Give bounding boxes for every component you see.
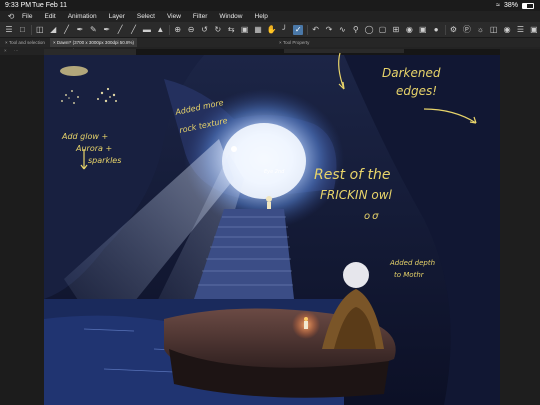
battery-percent: 38%	[503, 2, 518, 9]
status-time: 9:33 PM	[5, 2, 32, 9]
hand-icon[interactable]: ✋	[266, 25, 276, 35]
toolbar-divider	[30, 24, 32, 35]
zoom-in-icon[interactable]: ⊕	[173, 25, 183, 35]
tab-document[interactable]: × Dawn!* (3700 x 3000px 300dpi 50.8%)	[50, 38, 137, 47]
layers-icon[interactable]: ◫	[489, 25, 499, 35]
menu-window[interactable]: Window	[219, 11, 242, 22]
zoom-out-icon[interactable]: ⊖	[186, 25, 196, 35]
pen-icon[interactable]: ✒	[75, 25, 85, 35]
menu-bar: ⟲ File Edit Animation Layer Select View …	[0, 11, 540, 22]
undo-icon[interactable]: ↶	[311, 25, 321, 35]
command-toolbar: ☰ □ ◫ ◢ ╱ ✒ ✎ ✒ ╱ ╱ ▬ ▲ ⊕ ⊖ ↺ ↻ ⇆ ▣ ▦ ✋ …	[0, 22, 540, 38]
tab-left-panel[interactable]: × Tool and selection	[2, 38, 48, 47]
eyedropper-icon[interactable]: ⚲	[351, 25, 361, 35]
redo-icon[interactable]: ↷	[324, 25, 334, 35]
toolbar-divider	[444, 24, 446, 35]
snap-icon[interactable]: ╯	[280, 25, 290, 35]
annotation-glow-1: Add glow +	[61, 132, 108, 141]
flip-icon[interactable]: ⇆	[226, 25, 236, 35]
artwork-canvas[interactable]: Add glow + Aurora + sparkles Added more …	[44, 49, 500, 405]
clear-icon[interactable]: ▢	[378, 25, 388, 35]
menu-help[interactable]: Help	[255, 11, 268, 22]
menu-layer[interactable]: Layer	[109, 11, 125, 22]
new-file-icon[interactable]: □	[17, 25, 27, 35]
text-icon[interactable]: Ⓟ	[462, 25, 472, 35]
crop-icon[interactable]: ⊞	[391, 25, 401, 35]
transform-icon[interactable]: ◢	[48, 25, 58, 35]
panel-icon[interactable]: ▣	[529, 25, 539, 35]
ios-status-bar: 9:33 PM Tue Feb 11 ≈ 38%	[0, 0, 540, 11]
right-panel	[500, 49, 540, 405]
selection-icon[interactable]: ◯	[364, 25, 374, 35]
grid-icon[interactable]: ▦	[253, 25, 263, 35]
stack-icon[interactable]: ☰	[515, 25, 525, 35]
app-logo-icon[interactable]: ⟲	[0, 11, 22, 22]
annotation-glow-2: Aurora +	[75, 144, 112, 153]
left-panel	[0, 55, 44, 405]
wifi-icon: ≈	[496, 2, 500, 9]
color-icon[interactable]: ●	[431, 25, 441, 35]
toolbar-divider	[306, 24, 308, 35]
eraser-icon[interactable]: ▬	[142, 25, 152, 35]
toolbar-divider	[168, 24, 170, 35]
rotate-left-icon[interactable]: ↺	[199, 25, 209, 35]
menu-view[interactable]: View	[167, 11, 181, 22]
brush-icon[interactable]: ✒	[102, 25, 112, 35]
blend-icon[interactable]: ╱	[129, 25, 139, 35]
pencil-icon[interactable]: ✎	[88, 25, 98, 35]
tab-tool-property-label: Tool Property	[282, 40, 310, 45]
status-right: ≈ 38%	[496, 0, 534, 11]
annotation-depth-1: Added depth	[389, 259, 435, 267]
tab-strip: × Tool and selection × Dawn!* (3700 x 30…	[0, 38, 540, 47]
rotate-right-icon[interactable]: ↻	[213, 25, 223, 35]
annotation-owl-eyes: ο σ	[364, 211, 379, 222]
status-date: Tue Feb 11	[32, 2, 68, 9]
fill-icon[interactable]: ▲	[155, 25, 165, 35]
ruler-icon[interactable]: ╱	[62, 25, 72, 35]
close-icon[interactable]: ×	[4, 47, 7, 55]
close-icon[interactable]: ×	[279, 40, 282, 45]
brush-settings-icon[interactable]: ◉	[404, 25, 414, 35]
annotation-edges-2: edges!	[396, 84, 437, 98]
tab-document-label: Dawn!* (3700 x 3000px 300dpi 50.8%)	[56, 40, 134, 45]
annotation-owl-1: Rest of the	[314, 167, 391, 183]
annotation-depth-2: to Mothr	[394, 271, 425, 279]
layer-icon[interactable]: ◫	[35, 25, 45, 35]
settings-icon[interactable]: ⚙	[449, 25, 459, 35]
more-icon[interactable]: ⋯	[14, 47, 19, 55]
close-icon[interactable]: ×	[53, 40, 56, 45]
tab-tool-property[interactable]: × Tool Property	[276, 38, 312, 47]
annotation-small-label: Eye 2nd	[264, 169, 285, 175]
gradient-icon[interactable]: ▣	[418, 25, 428, 35]
battery-icon	[522, 2, 534, 9]
menu-select[interactable]: Select	[137, 11, 155, 22]
close-icon[interactable]: ×	[5, 40, 8, 45]
lasso-icon[interactable]: ∿	[337, 25, 347, 35]
menu-file[interactable]: File	[22, 11, 32, 22]
menu-filter[interactable]: Filter	[193, 11, 207, 22]
annotation-owl-2: FRICKIN owl	[320, 188, 393, 202]
palette-icon[interactable]: ◉	[502, 25, 512, 35]
airbrush-icon[interactable]: ╱	[115, 25, 125, 35]
sun-icon[interactable]: ☼	[475, 25, 485, 35]
menu-animation[interactable]: Animation	[68, 11, 97, 22]
annotation-glow-3: sparkles	[88, 156, 121, 165]
selected-tool-icon[interactable]: ✓	[293, 24, 304, 35]
annotation-edges-1: Darkened	[382, 66, 441, 80]
menu-toggle-icon[interactable]: ☰	[4, 25, 14, 35]
tab-left-panel-label: Tool and selection	[8, 40, 45, 45]
menu-edit[interactable]: Edit	[44, 11, 55, 22]
fit-icon[interactable]: ▣	[240, 25, 250, 35]
